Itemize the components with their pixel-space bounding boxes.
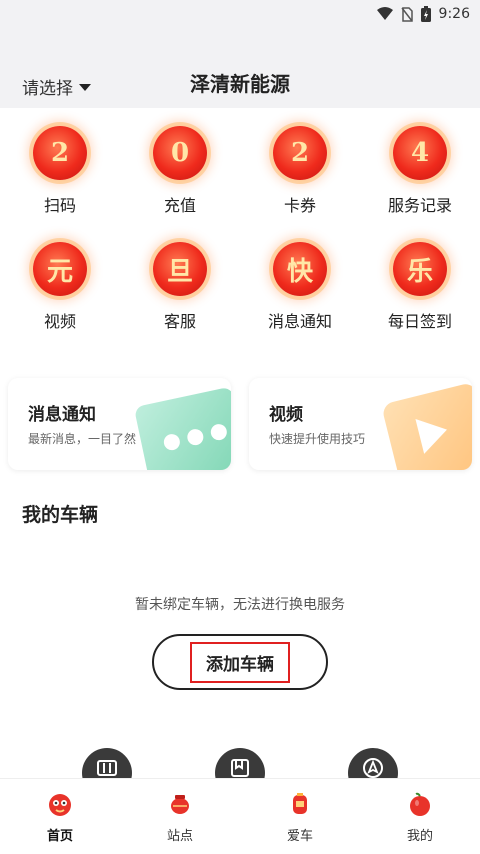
video-coin-icon: 元 <box>33 242 87 296</box>
video-play-icon <box>381 381 472 470</box>
no-sim-icon <box>400 6 413 22</box>
add-vehicle-label: 添加车辆 <box>190 641 290 683</box>
grid-label: 视频 <box>43 312 76 331</box>
grid-item-scan[interactable]: 2 扫码 <box>0 126 120 216</box>
feature-cards: 消息通知 最新消息，一目了然 视频 快速提升使用技巧 <box>8 378 472 470</box>
page-title: 泽清新能源 <box>190 72 290 96</box>
wifi-icon <box>376 7 393 20</box>
home-icon <box>49 794 71 816</box>
message-card-subtitle: 最新消息，一目了然 <box>28 432 137 446</box>
wallet-icon <box>231 759 249 777</box>
header: 请选择 泽清新能源 <box>0 62 480 102</box>
bottom-nav: 首页 站点 爱车 我的 <box>0 778 480 854</box>
grid-label: 充值 <box>163 196 196 215</box>
video-card-subtitle: 快速提升使用技巧 <box>269 432 366 446</box>
main-panel: 2 扫码 0 充值 2 卡券 4 服务记录 元 视频 旦 客服 快 消息通知 乐 <box>0 108 480 548</box>
navigate-icon <box>363 758 383 778</box>
my-vehicles-title: 我的车辆 <box>22 504 99 526</box>
nav-label-home: 首页 <box>46 829 73 844</box>
grid-label: 客服 <box>163 312 196 331</box>
message-card[interactable]: 消息通知 最新消息，一目了然 <box>8 378 231 470</box>
add-vehicle-button[interactable]: 添加车辆 <box>152 634 328 690</box>
empty-state-text: 暂未绑定车辆，无法进行换电服务 <box>135 597 345 613</box>
grid-label: 扫码 <box>43 196 76 215</box>
grid-label: 服务记录 <box>387 196 452 215</box>
status-bar: 9:26 <box>0 0 480 28</box>
scan-icon <box>97 760 117 776</box>
car-icon <box>293 793 307 814</box>
recharge-coin-icon: 0 <box>153 126 207 180</box>
service-records-coin-icon: 4 <box>393 126 447 180</box>
chat-bubble-icon <box>133 386 231 470</box>
coupons-coin-icon: 2 <box>273 126 327 180</box>
message-card-title: 消息通知 <box>28 405 96 425</box>
grid-item-service-records[interactable]: 4 服务记录 <box>360 126 480 216</box>
grid-item-daily-checkin[interactable]: 乐 每日签到 <box>360 242 480 332</box>
grid-item-coupons[interactable]: 2 卡券 <box>240 126 360 216</box>
vehicles-empty-panel: 暂未绑定车辆，无法进行换电服务 添加车辆 <box>0 548 480 798</box>
grid-label: 消息通知 <box>267 312 332 331</box>
nav-item-home[interactable]: 首页 <box>0 779 120 854</box>
nav-item-car[interactable]: 爱车 <box>240 779 360 854</box>
grid-item-recharge[interactable]: 0 充值 <box>120 126 240 216</box>
nav-label-profile: 我的 <box>406 829 433 844</box>
nav-label-car: 爱车 <box>286 829 313 844</box>
grid-label: 每日签到 <box>387 312 452 331</box>
daily-checkin-coin-icon: 乐 <box>393 242 447 296</box>
grid-item-customer-service[interactable]: 旦 客服 <box>120 242 240 332</box>
profile-icon <box>410 792 430 816</box>
video-card[interactable]: 视频 快速提升使用技巧 <box>249 378 472 470</box>
feature-grid: 2 扫码 0 充值 2 卡券 4 服务记录 元 视频 旦 客服 快 消息通知 乐 <box>0 126 480 332</box>
battery-charging-icon <box>420 6 431 22</box>
nav-item-stations[interactable]: 站点 <box>120 779 240 854</box>
station-icon <box>171 795 189 814</box>
nav-item-profile[interactable]: 我的 <box>360 779 480 854</box>
customer-service-coin-icon: 旦 <box>153 242 207 296</box>
scan-coin-icon: 2 <box>33 126 87 180</box>
video-card-title: 视频 <box>269 405 303 425</box>
nav-label-stations: 站点 <box>166 829 193 844</box>
status-time: 9:26 <box>438 6 470 22</box>
notifications-coin-icon: 快 <box>273 242 327 296</box>
grid-item-notifications[interactable]: 快 消息通知 <box>240 242 360 332</box>
grid-label: 卡券 <box>283 196 316 215</box>
grid-item-video[interactable]: 元 视频 <box>0 242 120 332</box>
